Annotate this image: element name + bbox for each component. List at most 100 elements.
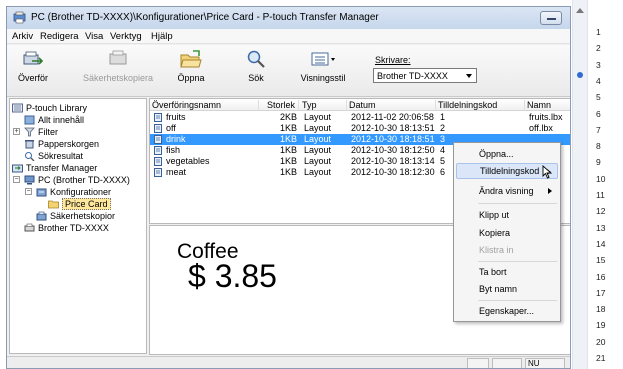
num-lock-indicator: NU — [525, 358, 565, 368]
line-number: 16 — [596, 271, 606, 282]
table-cell: off.lbx — [529, 123, 553, 133]
line-number: 8 — [596, 141, 601, 152]
tree-item-price-card[interactable]: Price Card — [48, 197, 111, 210]
status-cell — [467, 358, 489, 368]
tree-label: P-touch Library — [26, 102, 88, 113]
tree-item-backups[interactable]: Säkerhetskopior — [36, 210, 115, 221]
view-style-icon — [311, 52, 335, 66]
view-style-label: Visningsstil — [300, 73, 346, 83]
tree-label: Säkerhetskopior — [50, 210, 116, 221]
column-header-size[interactable]: Storlek — [260, 100, 299, 111]
printer-icon — [24, 223, 35, 231]
line-number: 14 — [596, 238, 606, 249]
tree-item-pc[interactable]: PC (Brother TD-XXXX) — [24, 174, 130, 185]
line-number: 13 — [596, 222, 606, 233]
menu-item-open[interactable]: Öppna... — [456, 146, 558, 162]
view-style-button[interactable]: Visningsstil — [300, 49, 346, 95]
menu-hjalp[interactable]: Hjälp — [151, 31, 173, 42]
scroll-up-icon[interactable] — [576, 8, 584, 13]
collapse-icon[interactable]: − — [13, 176, 20, 183]
table-cell: 1KB — [279, 156, 297, 166]
menu-item-paste: Klistra in — [479, 245, 514, 255]
search-label: Sök — [248, 73, 264, 83]
tree-item-search-results[interactable]: Sökresultat — [24, 150, 83, 161]
table-cell: 2KB — [279, 112, 297, 122]
table-cell: 2012-10-30 18:12:30 — [351, 167, 435, 177]
printer-select[interactable]: Brother TD-XXXX — [373, 68, 477, 83]
menu-item-copy[interactable]: Kopiera — [456, 225, 558, 241]
table-cell: 2012-10-30 18:13:51 — [351, 123, 435, 133]
preview-price: $ 3.85 — [188, 258, 277, 294]
layout-file-icon — [154, 124, 162, 133]
tree-label: Konfigurationer — [50, 186, 112, 197]
menu-verktyg[interactable]: Verktyg — [110, 31, 142, 42]
tree-item-ptouch-library[interactable]: P-touch Library — [12, 102, 87, 113]
open-button[interactable]: Öppna — [174, 49, 208, 95]
search-icon — [247, 50, 265, 68]
column-header-date[interactable]: Datum — [349, 100, 436, 111]
tree-item-all-content[interactable]: Allt innehåll — [24, 114, 84, 125]
line-number: 19 — [596, 320, 606, 331]
tree-label: PC (Brother TD-XXXX) — [38, 174, 130, 185]
transfer-button[interactable]: Överför — [15, 49, 51, 95]
backup-label: Säkerhetskopiera — [83, 73, 154, 83]
line-number: 17 — [596, 287, 606, 298]
table-cell: 2012-10-30 18:13:14 — [351, 156, 435, 166]
menu-item-delete[interactable]: Ta bort — [456, 264, 558, 280]
table-cell: fish — [166, 145, 181, 155]
line-number: 9 — [596, 157, 601, 168]
table-cell: 1 — [440, 112, 446, 122]
transfer-icon — [23, 51, 44, 65]
tree-item-recycle-bin[interactable]: Papperskorgen — [24, 138, 99, 149]
tree-item-printer[interactable]: Brother TD-XXXX — [24, 222, 109, 233]
open-folder-icon — [180, 50, 202, 68]
table-cell: fruits — [166, 112, 186, 122]
table-cell: 2012-10-30 18:18:51 — [351, 134, 435, 144]
printer-select-value: Brother TD-XXXX — [377, 71, 448, 81]
menu-item-change-view[interactable]: Ändra visning — [456, 183, 558, 199]
table-cell: Layout — [304, 145, 332, 155]
open-label: Öppna — [177, 73, 205, 83]
tree-item-configurations[interactable]: Konfigurationer — [36, 186, 111, 197]
search-results-icon — [25, 151, 35, 161]
menu-item-rename[interactable]: Byt namn — [456, 281, 558, 297]
recycle-bin-icon — [25, 139, 34, 148]
tree-item-filter[interactable]: Filter — [24, 126, 58, 137]
line-number: 11 — [596, 190, 605, 200]
table-row[interactable]: off 1KB Layout 2012-10-30 18:13:51 2 off.lbx — [150, 123, 570, 134]
minimize-button[interactable] — [540, 11, 562, 25]
tree-label: Sökresultat — [38, 150, 84, 161]
transfer-manager-window: PC (Brother TD-XXXX)\Konfigurationer\Pri… — [6, 6, 571, 369]
column-header-filename[interactable]: Namn — [527, 100, 570, 111]
list-header: Överföringsnamn Storlek Typ Datum Tillde… — [150, 99, 570, 111]
table-row[interactable]: fruits 2KB Layout 2012-11-02 20:06:58 1 fruit… — [150, 112, 570, 123]
chevron-right-icon — [548, 188, 552, 194]
menu-arkiv[interactable]: Arkiv — [12, 31, 33, 42]
table-cell: 1KB — [279, 134, 297, 144]
backup-button[interactable]: Säkerhetskopiera — [83, 49, 153, 95]
expand-icon[interactable]: + — [13, 128, 20, 135]
line-number: 10 — [596, 173, 606, 184]
line-number: 1 — [596, 27, 601, 37]
column-header-code[interactable]: Tilldelningskod — [438, 100, 525, 111]
filter-icon — [24, 127, 35, 136]
menu-redigera[interactable]: Redigera — [40, 31, 79, 42]
layout-file-icon — [154, 157, 162, 166]
folder-icon — [48, 200, 59, 208]
line-number: 15 — [596, 255, 606, 266]
column-header-name[interactable]: Överföringsnamn — [152, 100, 259, 111]
menu-item-properties[interactable]: Egenskaper... — [456, 303, 558, 319]
line-number: 18 — [596, 304, 606, 315]
tree-label: Allt innehåll — [38, 114, 85, 125]
menu-visa[interactable]: Visa — [85, 31, 103, 42]
window-title: PC (Brother TD-XXXX)\Konfigurationer\Pri… — [31, 12, 379, 23]
tree-label: Brother TD-XXXX — [38, 222, 109, 233]
collapse-icon[interactable]: − — [25, 188, 32, 195]
backup-icon — [109, 50, 127, 65]
tree-item-transfer-manager[interactable]: Transfer Manager — [12, 162, 97, 173]
menu-item-cut[interactable]: Klipp ut — [456, 207, 558, 223]
column-header-type[interactable]: Typ — [302, 100, 347, 111]
search-button[interactable]: Sök — [245, 49, 267, 95]
menu-bar: Arkiv Redigera Visa Verktyg Hjälp — [7, 29, 570, 44]
library-tree: P-touch Library Allt innehåll + Filter P… — [9, 98, 147, 354]
